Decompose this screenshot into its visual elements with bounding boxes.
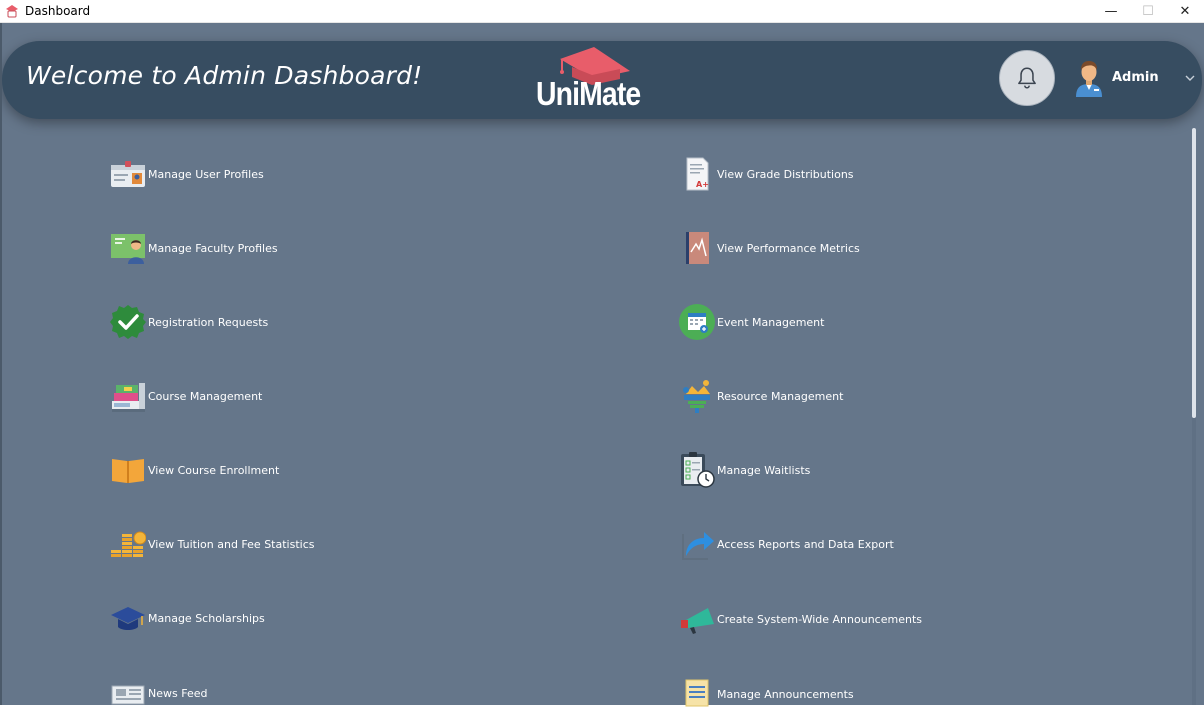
menu-label: View Performance Metrics [717, 241, 860, 255]
menu-manage-waitlists[interactable]: Manage Waitlists [678, 450, 810, 490]
menu-registration-requests[interactable]: Registration Requests [109, 302, 268, 342]
menu-label: View Course Enrollment [148, 463, 280, 477]
books-icon [112, 383, 145, 412]
menu-resource-management[interactable]: Resource Management [678, 376, 843, 416]
menu-label: Manage Faculty Profiles [148, 241, 278, 255]
minimize-button[interactable]: — [1092, 0, 1130, 23]
grade-sheet-icon: A+ [686, 157, 709, 191]
window-title: Dashboard [25, 4, 91, 18]
logo-text: UniMate [536, 75, 641, 112]
id-card-icon [111, 161, 145, 187]
faculty-icon [111, 234, 145, 264]
menu-label: Access Reports and Data Export [717, 537, 894, 551]
menu-news-feed[interactable]: News Feed [109, 673, 207, 713]
svg-text:A+: A+ [696, 180, 709, 189]
menu-view-course-enrollment[interactable]: View Course Enrollment [109, 450, 279, 490]
graduation-cap-icon [111, 607, 145, 630]
notification-button[interactable] [999, 50, 1055, 106]
menu-view-grade-distributions[interactable]: A+ View Grade Distributions [678, 154, 854, 194]
dashboard-content: Welcome to Admin Dashboard! UniMate Admi… [0, 23, 1204, 707]
menu-access-reports-data-export[interactable]: Access Reports and Data Export [678, 524, 894, 564]
newspaper-icon [111, 685, 145, 705]
menu-label: Course Management [148, 389, 263, 403]
open-book-icon [112, 459, 144, 483]
menu-label: Manage Scholarships [148, 611, 265, 625]
avatar[interactable] [1073, 59, 1105, 97]
window-border [0, 23, 2, 705]
menu-label: Create System-Wide Announcements [717, 612, 922, 626]
chevron-down-icon[interactable] [1183, 71, 1197, 85]
window-titlebar: Dashboard — ☐ ✕ [0, 0, 1204, 23]
welcome-title: Welcome to Admin Dashboard! [26, 61, 423, 90]
menu-label: Resource Management [717, 389, 844, 403]
app-icon [6, 5, 18, 18]
menu-manage-user-profiles[interactable]: Manage User Profiles [109, 154, 264, 194]
menu-label: Manage User Profiles [148, 167, 264, 181]
metrics-book-icon [686, 232, 709, 264]
coins-icon [111, 531, 146, 557]
export-icon [682, 532, 714, 560]
header-bar: Welcome to Admin Dashboard! UniMate Admi… [2, 41, 1202, 119]
close-button[interactable]: ✕ [1166, 0, 1204, 23]
menu-label: Event Management [717, 315, 825, 329]
resources-icon [683, 380, 710, 413]
menu-manage-faculty-profiles[interactable]: Manage Faculty Profiles [109, 228, 278, 268]
menu-manage-announcements[interactable]: Manage Announcements [678, 674, 854, 714]
menu-label: Manage Announcements [717, 687, 854, 701]
menu-label: Registration Requests [148, 315, 269, 329]
check-badge-icon [110, 305, 146, 339]
user-name: Admin [1112, 70, 1159, 85]
menu-view-performance-metrics[interactable]: View Performance Metrics [678, 228, 860, 268]
menu-label: Manage Waitlists [717, 463, 811, 477]
maximize-button[interactable]: ☐ [1129, 0, 1167, 23]
menu-label: View Tuition and Fee Statistics [148, 537, 315, 551]
menu-label: View Grade Distributions [717, 167, 854, 181]
clipboard-clock-icon [681, 452, 715, 488]
menu-event-management[interactable]: Event Management [678, 302, 824, 342]
menu-view-tuition-fee-statistics[interactable]: View Tuition and Fee Statistics [109, 524, 314, 564]
bell-icon [1018, 67, 1036, 89]
menu-course-management[interactable]: Course Management [109, 376, 262, 416]
menu-create-system-wide-announcements[interactable]: Create System-Wide Announcements [678, 599, 922, 639]
menu-manage-scholarships[interactable]: Manage Scholarships [109, 598, 265, 638]
notepad-icon [685, 679, 709, 707]
megaphone-icon [681, 608, 714, 634]
scrollbar-thumb[interactable] [1192, 128, 1196, 418]
menu-label: News Feed [148, 686, 208, 700]
calendar-icon [679, 304, 715, 340]
unimate-logo: UniMate [532, 45, 657, 117]
